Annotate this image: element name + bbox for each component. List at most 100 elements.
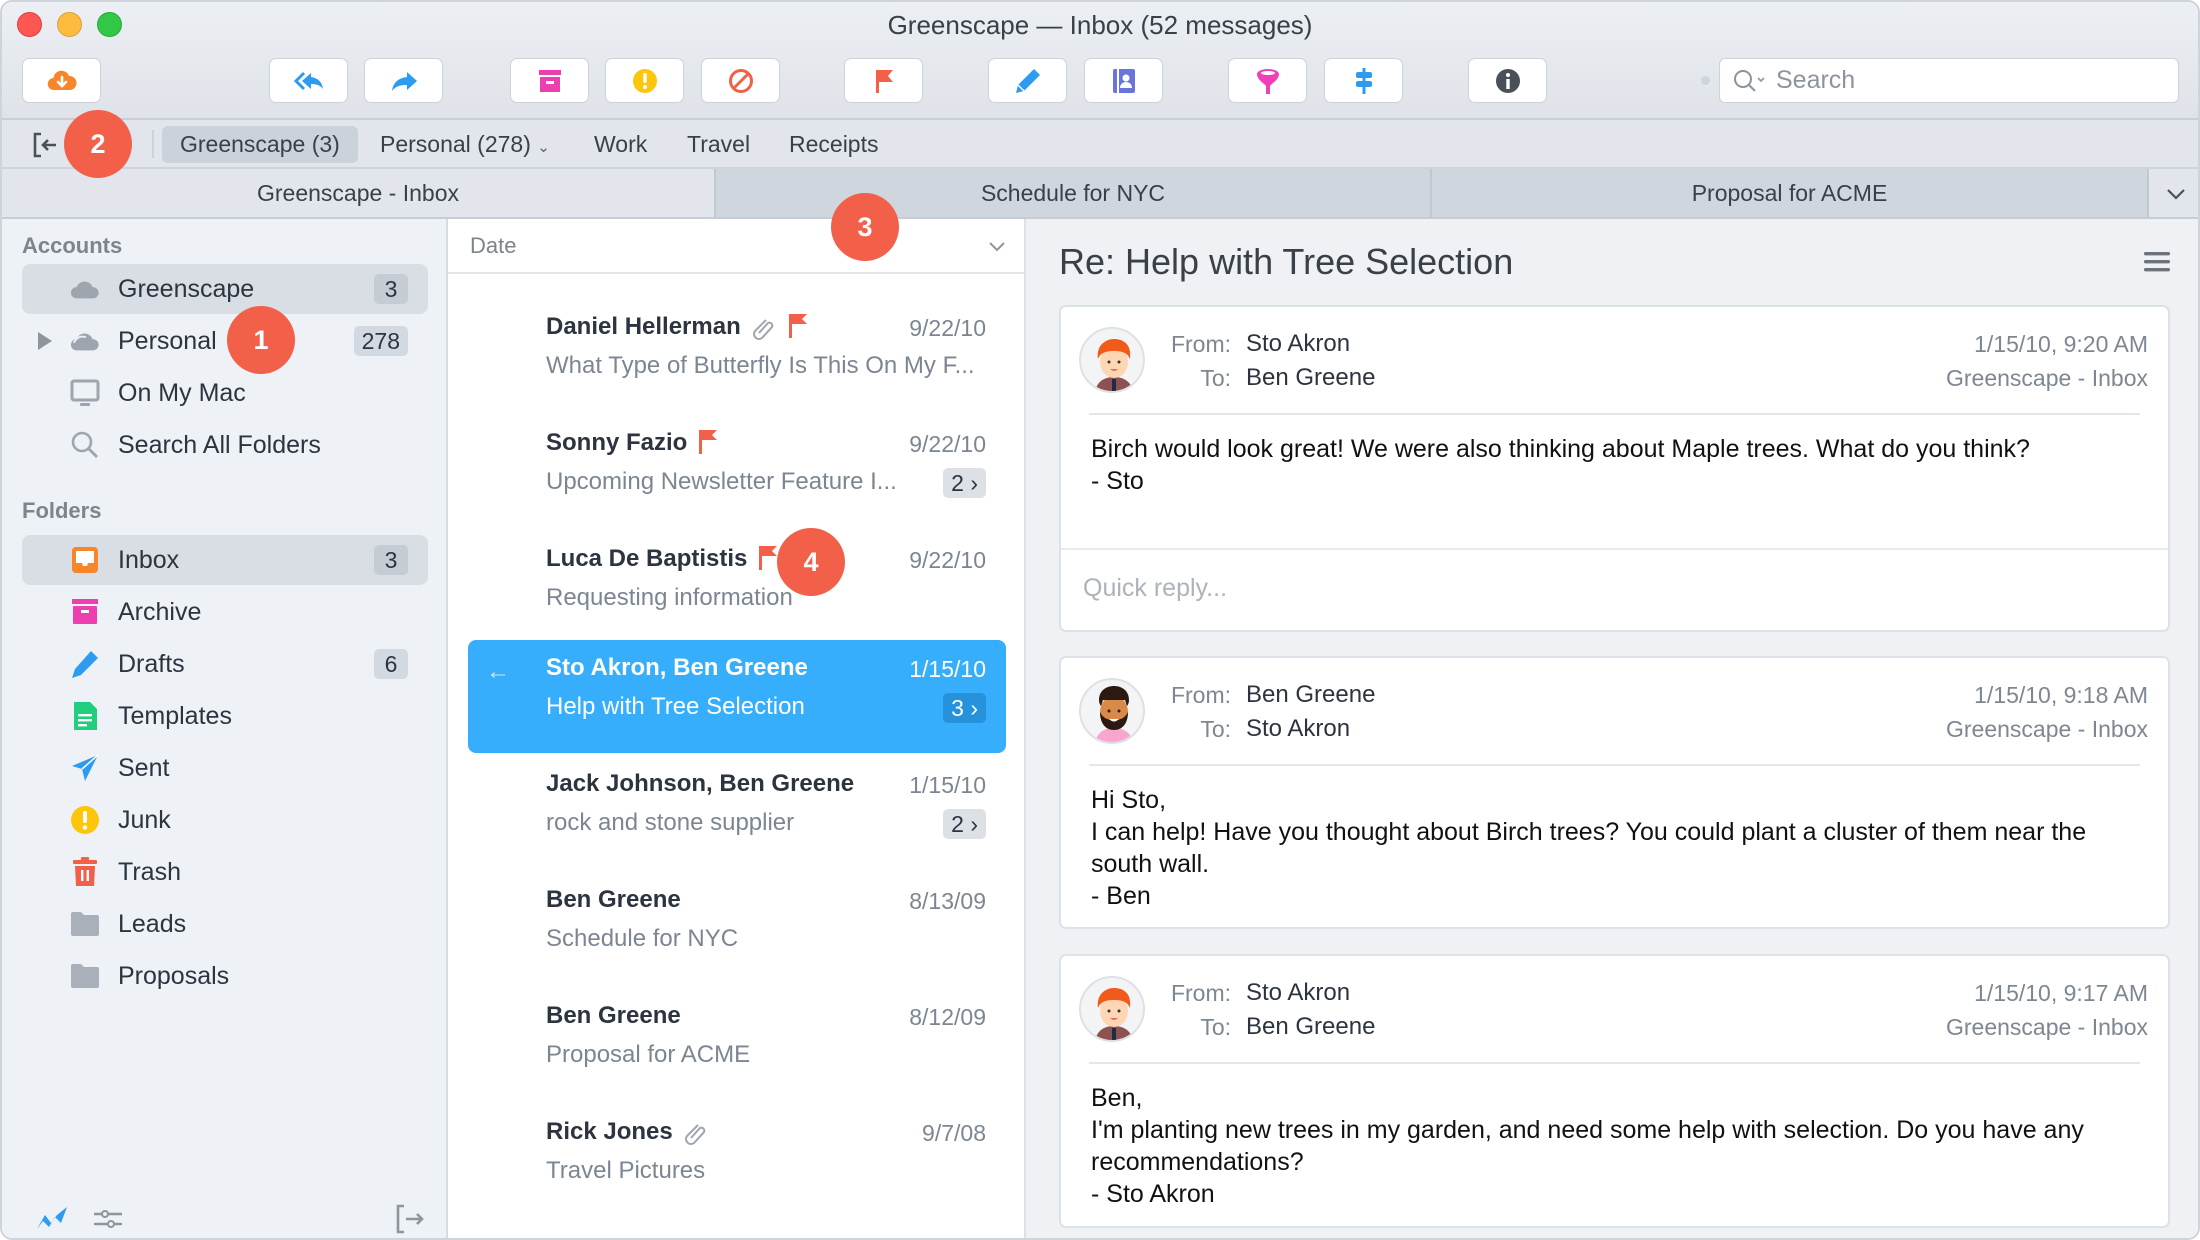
message-list-item[interactable]: Ben Greene Schedule for NYC 8/13/09 xyxy=(468,872,1006,985)
flag-icon xyxy=(788,314,807,338)
sidebar-item-label: On My Mac xyxy=(118,378,246,407)
tab-overflow-button[interactable] xyxy=(2149,169,2198,217)
tags-button[interactable] xyxy=(1324,58,1403,103)
sidebar-folder-sent[interactable]: Sent xyxy=(22,743,428,793)
message-list-item-selected[interactable]: ← Sto Akron, Ben Greene Help with Tree S… xyxy=(468,640,1006,753)
from-value[interactable]: Sto Akron xyxy=(1246,979,1350,1007)
sort-label: Date xyxy=(470,233,517,258)
header-divider xyxy=(1089,764,2140,766)
from-value[interactable]: Sto Akron xyxy=(1246,330,1350,358)
sidebar-folder-templates[interactable]: Templates xyxy=(22,691,428,741)
message-list-item[interactable]: Ben Greene Proposal for ACME 8/12/09 xyxy=(468,988,1006,1101)
message-subject: rock and stone supplier xyxy=(546,809,795,836)
compose-button[interactable] xyxy=(988,58,1067,103)
signpost-icon xyxy=(1355,67,1372,94)
callout-badge-2: 2 xyxy=(64,110,132,178)
message-list-item[interactable]: Luca De Baptistis Requesting information… xyxy=(468,531,1006,644)
to-label: To: xyxy=(1200,1014,1231,1040)
replied-arrow-icon: ← xyxy=(486,658,510,685)
message-date: 9/22/10 xyxy=(909,315,986,341)
sidebar-item-label: Archive xyxy=(118,597,202,626)
avatar xyxy=(1079,976,1145,1042)
message-list-item[interactable]: Sonny Fazio Upcoming Newsletter Feature … xyxy=(468,415,1006,528)
tab-schedule-for-nyc[interactable]: Schedule for NYC xyxy=(716,169,1432,217)
hamburger-menu-icon[interactable] xyxy=(2144,251,2170,273)
to-value[interactable]: Ben Greene xyxy=(1246,1013,1375,1041)
tab-proposal-for-acme[interactable]: Proposal for ACME xyxy=(1432,169,2149,217)
favorite-greenscape[interactable]: Greenscape (3) xyxy=(162,126,358,163)
cloud-download-icon xyxy=(47,70,77,90)
info-button[interactable] xyxy=(1468,58,1547,103)
favorite-work[interactable]: Work xyxy=(576,126,665,163)
sign-out-icon[interactable] xyxy=(392,1201,428,1237)
to-value[interactable]: Ben Greene xyxy=(1246,364,1375,392)
from-value[interactable]: Ben Greene xyxy=(1246,681,1375,709)
sidebar-on-my-mac[interactable]: On My Mac xyxy=(22,368,428,418)
message-list-item[interactable]: Daniel Hellerman What Type of Butterfly … xyxy=(468,299,1006,412)
message-date: 1/15/10 xyxy=(909,772,986,798)
callout-badge-4: 4 xyxy=(777,528,845,596)
callout-badge-1: 1 xyxy=(227,306,295,374)
thread-count-badge[interactable]: 2 › xyxy=(943,809,986,839)
folder-icon xyxy=(70,909,100,939)
message-date: 9/7/08 xyxy=(922,1120,986,1146)
block-button[interactable] xyxy=(701,58,780,103)
sidebar-folder-leads[interactable]: Leads xyxy=(22,899,428,949)
message-body: Hi Sto, I can help! Have you thought abo… xyxy=(1091,786,2087,910)
sidebar: Accounts Greenscape 3 Personal 278 On My… xyxy=(2,219,448,1238)
callout-badge-3: 3 xyxy=(831,193,899,261)
quick-reply-input[interactable]: Quick reply... xyxy=(1061,548,2168,632)
sidebar-folder-junk[interactable]: Junk xyxy=(22,795,428,845)
contacts-button[interactable] xyxy=(1084,58,1163,103)
attachment-icon xyxy=(684,1124,706,1145)
get-mail-button[interactable] xyxy=(22,58,101,103)
favorites-divider xyxy=(152,130,154,158)
activity-icon[interactable] xyxy=(34,1201,70,1237)
chevron-down-icon[interactable] xyxy=(988,241,1006,253)
sidebar-folder-archive[interactable]: Archive xyxy=(22,587,428,637)
collapse-sidebar-icon[interactable] xyxy=(32,132,60,158)
forward-button[interactable] xyxy=(364,58,443,103)
sidebar-folder-trash[interactable]: Trash xyxy=(22,847,428,897)
message-date: 1/15/10, 9:20 AM xyxy=(1974,331,2148,357)
sidebar-account-greenscape[interactable]: Greenscape 3 xyxy=(22,264,428,314)
sidebar-search-all-folders[interactable]: Search All Folders xyxy=(22,420,428,470)
message-date: 9/22/10 xyxy=(909,431,986,457)
sidebar-account-personal[interactable]: Personal 278 xyxy=(22,316,428,366)
thread-count-badge[interactable]: 3 › xyxy=(943,693,986,723)
message-subject: Upcoming Newsletter Feature I... xyxy=(546,468,897,495)
header-divider xyxy=(1089,413,2140,415)
archive-button[interactable] xyxy=(510,58,589,103)
conversation-title: Re: Help with Tree Selection xyxy=(1059,241,1514,282)
message-list-item[interactable]: Rick Jones Travel Pictures 9/7/08 xyxy=(468,1104,1006,1217)
sort-header[interactable]: Date xyxy=(448,219,1024,274)
reply-all-icon xyxy=(293,71,323,90)
sidebar-folder-proposals[interactable]: Proposals xyxy=(22,951,428,1001)
search-input[interactable]: Search xyxy=(1719,58,2179,103)
flag-button[interactable] xyxy=(844,58,923,103)
disclosure-triangle-icon[interactable] xyxy=(38,332,52,350)
junk-button[interactable] xyxy=(605,58,684,103)
thread-count-badge[interactable]: 2 › xyxy=(943,468,986,498)
sliders-icon[interactable] xyxy=(90,1201,126,1237)
favorite-travel[interactable]: Travel xyxy=(669,126,768,163)
from-label: From: xyxy=(1170,682,1231,708)
reply-all-button[interactable] xyxy=(269,58,348,103)
to-value[interactable]: Sto Akron xyxy=(1246,715,1350,743)
title-toolbar: Greenscape — Inbox (52 messages) Search xyxy=(2,2,2198,120)
filter-button[interactable] xyxy=(1228,58,1307,103)
message-subject: Travel Pictures xyxy=(546,1157,706,1184)
draft-count-badge: 6 xyxy=(374,649,408,679)
favorite-personal[interactable]: Personal (278) ⌄ xyxy=(362,126,568,163)
avatar xyxy=(1079,327,1145,393)
sidebar-item-label: Search All Folders xyxy=(118,430,321,459)
message-list-item[interactable]: Jack Johnson, Ben Greene rock and stone … xyxy=(468,756,1006,869)
sidebar-folder-drafts[interactable]: Drafts 6 xyxy=(22,639,428,689)
junk-icon xyxy=(632,68,657,93)
sidebar-folder-inbox[interactable]: Inbox 3 xyxy=(22,535,428,585)
favorite-receipts[interactable]: Receipts xyxy=(771,126,896,163)
mail-window: Greenscape — Inbox (52 messages) Search … xyxy=(0,0,2200,1240)
tab-greenscape-inbox[interactable]: Greenscape - Inbox xyxy=(2,169,716,217)
message-sender: Luca De Baptistis xyxy=(546,545,779,573)
message-date: 1/15/10, 9:18 AM xyxy=(1974,682,2148,708)
